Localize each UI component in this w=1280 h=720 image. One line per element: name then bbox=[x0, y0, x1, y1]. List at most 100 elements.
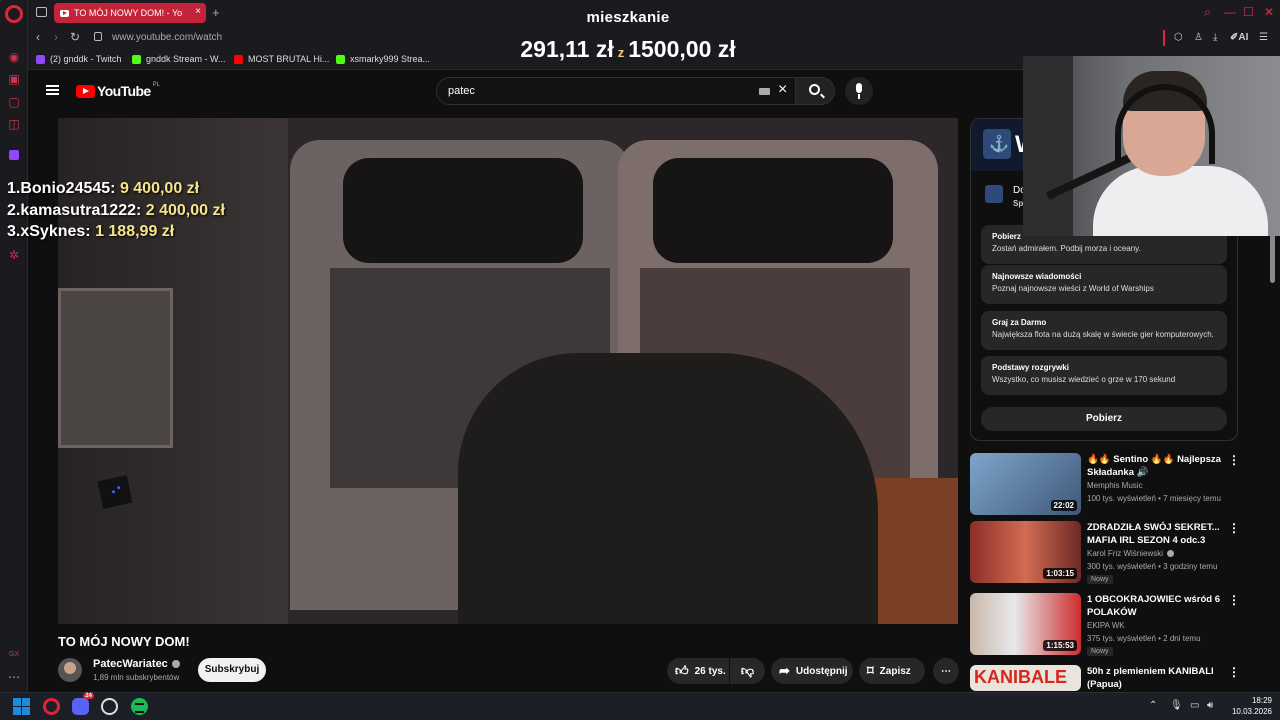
obs-icon[interactable] bbox=[101, 698, 118, 715]
search-button[interactable] bbox=[795, 77, 835, 105]
search-input[interactable]: patec bbox=[448, 85, 475, 97]
youtube-wordmark: YouTube bbox=[97, 83, 151, 99]
taskbar: 24 ⌃ 🎙︎ ▭ 🔊︎ 18:29 10.03.2026 bbox=[0, 692, 1280, 720]
discord-badge: 24 bbox=[83, 693, 94, 699]
recommendation-item[interactable]: KANIBALE 50h z plemieniem KANIBALI (Papu… bbox=[970, 665, 1270, 691]
instagram-icon[interactable]: ◫ bbox=[7, 117, 21, 131]
recommendation-channel-row: EKIPA WK bbox=[1087, 621, 1125, 630]
share-button[interactable]: ➦ Udostępnij bbox=[771, 658, 853, 684]
twitch-icon[interactable] bbox=[9, 150, 19, 160]
ad-card-title: Podstawy rozgrywki bbox=[992, 363, 1069, 372]
microphone-icon[interactable]: 🎙︎ bbox=[1170, 700, 1183, 711]
video-duration: 1:03:15 bbox=[1043, 568, 1077, 579]
clock-date: 10.03.2026 bbox=[1231, 707, 1272, 716]
messenger-icon[interactable]: ▢ bbox=[7, 95, 21, 109]
ad-card[interactable]: Podstawy rozgrywki Wszystko, co musisz wi… bbox=[981, 356, 1227, 395]
channel-name-row[interactable]: PatecWariatec bbox=[93, 658, 180, 670]
recommendation-item[interactable]: 1:15:53 1 OBCOKRAJOWIEC wśród 6 POLAKÓW … bbox=[970, 593, 1270, 657]
opera-gx-icon[interactable] bbox=[43, 698, 60, 715]
subscribe-button[interactable]: Subskrybuj bbox=[198, 658, 266, 682]
search-icon bbox=[809, 84, 820, 95]
gx-icon[interactable]: GX bbox=[7, 648, 21, 662]
clear-search-icon[interactable]: × bbox=[778, 81, 787, 99]
ad-download-button[interactable]: Pobierz bbox=[981, 407, 1227, 431]
menu-icon[interactable]: ☰ bbox=[1259, 32, 1268, 43]
shopping-icon[interactable]: ▣ bbox=[7, 72, 21, 86]
donor-name: kamasutra1222: bbox=[20, 201, 142, 219]
hamburger-menu-icon[interactable] bbox=[46, 85, 59, 95]
channel-avatar[interactable] bbox=[58, 658, 82, 682]
youtube-logo[interactable]: YouTube PL bbox=[76, 82, 160, 99]
recommendation-title[interactable]: 🔥🔥 Sentino 🔥🔥 Najlepsza Składanka 🔊 bbox=[1087, 453, 1227, 479]
tray-chevron-icon[interactable]: ⌃ bbox=[1149, 700, 1157, 711]
save-label: Zapisz bbox=[879, 665, 911, 677]
video-thumbnail[interactable]: KANIBALE bbox=[970, 665, 1081, 691]
webcam-person-body bbox=[1093, 166, 1268, 236]
opera-sidebar: ◉ ▣ ▢ ◫ ✲ GX ⋯ bbox=[0, 0, 28, 692]
settings-icon[interactable]: ✲ bbox=[7, 248, 21, 262]
close-window-icon[interactable]: ✕ bbox=[1264, 5, 1274, 19]
thumbs-down-icon: 👎︎ bbox=[740, 663, 755, 678]
donation-goal-title: mieszkanie bbox=[586, 9, 670, 26]
verified-icon bbox=[1167, 550, 1175, 557]
more-icon[interactable]: ⋯ bbox=[7, 670, 21, 684]
recommendation-item[interactable]: 22:02 🔥🔥 Sentino 🔥🔥 Najlepsza Składanka … bbox=[970, 453, 1270, 517]
video-scene-window-right bbox=[653, 158, 893, 263]
channel-name[interactable]: PatecWariatec bbox=[93, 658, 168, 670]
share-label: Udostępnij bbox=[795, 665, 848, 677]
donor-name: xSyknes: bbox=[20, 223, 91, 240]
page-scrollbar[interactable] bbox=[1270, 235, 1275, 283]
donor-rank: 2. bbox=[7, 201, 21, 219]
recommendation-meta: 100 tys. wyświetleń • 7 miesięcy temu bbox=[1087, 494, 1221, 503]
kebab-menu-icon[interactable]: ⋮ bbox=[1228, 521, 1240, 535]
goal-of: z bbox=[617, 45, 625, 60]
recommendation-meta: 300 tys. wyświetleń • 3 godziny temu bbox=[1087, 562, 1218, 571]
recommendation-channel-row: Memphis Music bbox=[1087, 481, 1143, 490]
video-thumbnail[interactable]: 1:15:53 bbox=[970, 593, 1081, 655]
video-duration: 22:02 bbox=[1050, 500, 1077, 511]
video-thumbnail[interactable]: 22:02 bbox=[970, 453, 1081, 515]
donor-rank: 1. bbox=[7, 180, 21, 197]
video-thumbnail[interactable]: 1:03:15 bbox=[970, 521, 1081, 583]
system-clock[interactable]: 18:29 10.03.2026 bbox=[1228, 695, 1272, 717]
bookmark-icon: ⌑ bbox=[867, 663, 874, 678]
volume-icon[interactable]: 🔊︎ bbox=[1207, 700, 1213, 711]
spotify-icon[interactable] bbox=[131, 698, 148, 715]
windows-start-icon[interactable] bbox=[13, 698, 30, 715]
like-button[interactable]: 👍︎ 26 tys. bbox=[667, 658, 729, 684]
voice-search-icon[interactable] bbox=[845, 77, 873, 105]
display-icon[interactable]: ▭ bbox=[1190, 700, 1199, 711]
recommendation-channel-row: Karol Friz Wiśniewski bbox=[1087, 549, 1175, 558]
recommendation-item[interactable]: 1:03:15 ZDRADZIŁA SWÓJ SEKRET... MAFIA I… bbox=[970, 521, 1270, 585]
ad-card[interactable]: Najnowsze wiadomości Poznaj najnowsze wie… bbox=[981, 265, 1227, 304]
webcam-curtain bbox=[1023, 56, 1073, 236]
keyboard-icon[interactable] bbox=[759, 88, 770, 95]
ad-card-desc: Największa flota na dużą skalę w świecie… bbox=[992, 330, 1214, 339]
sponsor-icon bbox=[985, 185, 1003, 203]
goal-current: 291,11 zł bbox=[520, 36, 614, 62]
ad-card-desc: Poznaj najnowsze wieści z World of Warsh… bbox=[992, 284, 1154, 293]
recommendation-title[interactable]: 50h z plemieniem KANIBALI (Papua) bbox=[1087, 665, 1227, 691]
discord-icon[interactable]: 24 bbox=[72, 693, 94, 715]
video-title: TO MÓJ NOWY DOM! bbox=[58, 634, 190, 649]
share-icon: ➦ bbox=[779, 663, 790, 678]
ad-card[interactable]: Graj za Darmo Największa flota na dużą sk… bbox=[981, 311, 1227, 350]
webcam-overlay bbox=[1023, 56, 1280, 236]
new-badge: Nowy bbox=[1087, 647, 1113, 656]
kebab-menu-icon[interactable]: ⋮ bbox=[1228, 593, 1240, 607]
recommendation-title[interactable]: ZDRADZIŁA SWÓJ SEKRET... MAFIA IRL SEZON… bbox=[1087, 521, 1227, 547]
youtube-play-icon bbox=[76, 84, 95, 98]
ad-card-desc: Wszystko, co musisz wiedzieć o grze w 17… bbox=[992, 375, 1176, 384]
more-actions-button[interactable]: ⋯ bbox=[933, 658, 959, 684]
recommendation-title[interactable]: 1 OBCOKRAJOWIEC wśród 6 POLAKÓW bbox=[1087, 593, 1227, 619]
dislike-button[interactable]: 👎︎ bbox=[730, 658, 765, 684]
ad-card-title: Graj za Darmo bbox=[992, 318, 1047, 327]
search-box[interactable]: patec × bbox=[436, 77, 824, 105]
kebab-menu-icon[interactable]: ⋮ bbox=[1228, 665, 1240, 679]
kebab-menu-icon[interactable]: ⋮ bbox=[1228, 453, 1240, 467]
recommendation-channel: EKIPA WK bbox=[1087, 621, 1125, 630]
warships-logo-icon bbox=[983, 129, 1011, 159]
save-button[interactable]: ⌑ Zapisz bbox=[859, 658, 925, 684]
new-badge: Nowy bbox=[1087, 575, 1113, 584]
thumbs-up-icon: 👍︎ bbox=[675, 663, 689, 678]
